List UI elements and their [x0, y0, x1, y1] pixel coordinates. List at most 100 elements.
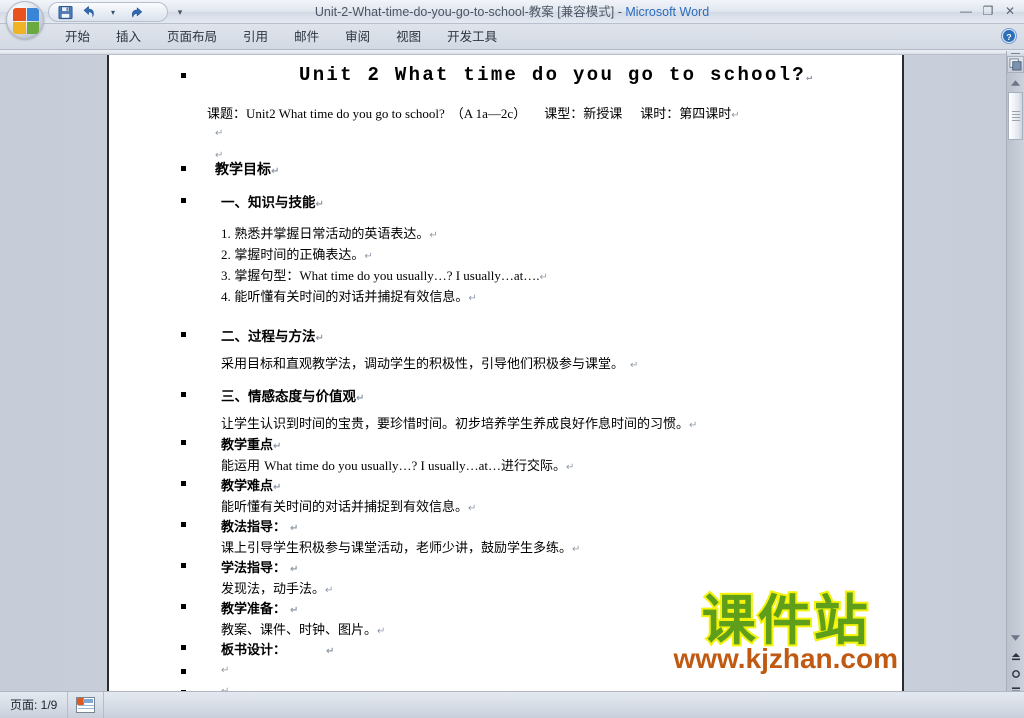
status-page-indicator[interactable]: 页面: 1/9	[0, 691, 69, 718]
restore-icon: ❐	[982, 4, 994, 18]
restore-button[interactable]: ❐	[978, 2, 998, 20]
paragraph-bullet	[181, 332, 186, 337]
document-page[interactable]: Unit 2 What time do you go to school?↵ 课…	[107, 55, 904, 691]
quick-access-toolbar: ▾	[48, 2, 168, 22]
prev-page-icon	[1011, 652, 1020, 660]
section-body-process-method: 采用目标和直观教学法，调动学生的积极性，引导他们积极参与课堂。 ↵	[221, 357, 639, 372]
undo-dropdown-button[interactable]: ▾	[103, 4, 123, 21]
section-body-preparation: 教案、课件、时钟、图片。↵	[221, 623, 386, 638]
help-button[interactable]: ?	[1000, 27, 1020, 47]
paragraph-mark: ↵	[215, 128, 224, 139]
section-body-teaching-guidance: 课上引导学生积极参与课堂活动，老师少讲，鼓励学生多练。↵	[221, 541, 581, 556]
select-browse-object-button[interactable]	[1007, 665, 1024, 682]
paragraph-mark: ↵	[273, 482, 282, 493]
tab-insert[interactable]: 插入	[103, 24, 154, 50]
section-heading-objectives: 教学目标↵	[215, 162, 280, 178]
section-heading-knowledge-skills: 一、知识与技能↵	[221, 195, 324, 211]
section-heading-board-design: 板书设计： ↵	[221, 643, 335, 658]
close-button[interactable]: ✕	[1000, 2, 1020, 20]
paragraph-bullet	[181, 198, 186, 203]
office-button[interactable]	[6, 1, 44, 39]
paragraph-bullet	[181, 669, 186, 674]
section-body-learning-guidance: 发现法，动手法。↵	[221, 582, 334, 597]
scroll-down-button[interactable]	[1007, 629, 1024, 646]
paragraph-mark: ↵	[364, 251, 373, 262]
paragraph-mark: ↵	[326, 646, 335, 657]
ribbon-tab-bar: 开始 插入 页面布局 引用 邮件 审阅 视图 开发工具 ?	[0, 24, 1024, 50]
paragraph-mark: ↵	[271, 166, 280, 177]
title-bar: ▾ ▾ Unit-2-What-time-do-you-go-to-school…	[0, 0, 1024, 39]
redo-icon	[131, 7, 142, 17]
section-heading-difficult-points: 教学难点↵	[221, 479, 282, 494]
chevron-down-icon: ▾	[110, 7, 115, 17]
word-application-window: ▾ ▾ Unit-2-What-time-do-you-go-to-school…	[0, 0, 1024, 718]
triangle-down-icon	[1010, 634, 1021, 641]
paragraph-bullet	[181, 645, 186, 650]
empty-paragraph: ↵	[221, 682, 229, 691]
paragraph-mark: ↵	[377, 626, 386, 637]
section-body-difficult-points: 能听懂有关时间的对话并捕捉到有效信息。↵	[221, 500, 477, 515]
paragraph-bullet	[181, 481, 186, 486]
customize-quick-access-button[interactable]: ▾	[172, 4, 188, 20]
undo-icon	[83, 5, 94, 17]
tab-developer[interactable]: 开发工具	[434, 24, 510, 50]
paragraph-mark: ↵	[468, 503, 477, 514]
subtitle-value-topic: Unit2 What time do you go to school?	[246, 106, 445, 121]
paragraph-mark: ↵	[566, 462, 575, 473]
paragraph-mark: ↵	[273, 441, 282, 452]
tab-home[interactable]: 开始	[52, 24, 103, 50]
list-item-number: 4.	[221, 289, 231, 304]
section-heading-values: 三、情感态度与价值观↵	[221, 389, 365, 405]
scrollbar-thumb[interactable]	[1008, 92, 1023, 140]
paragraph-mark: ↵	[290, 605, 299, 616]
paragraph-mark: ↵	[805, 73, 815, 84]
close-icon: ✕	[1004, 4, 1016, 18]
paragraph-mark: ↵	[315, 199, 324, 210]
paragraph-mark: ↵	[539, 272, 548, 283]
redo-button[interactable]	[127, 4, 147, 21]
paragraph-bullet	[181, 604, 186, 609]
previous-page-button[interactable]	[1007, 648, 1024, 665]
tab-page-layout[interactable]: 页面布局	[154, 24, 230, 50]
list-item: 1. 熟悉并掌握日常活动的英语表达。↵	[221, 223, 438, 242]
list-item: 2. 掌握时间的正确表达。↵	[221, 244, 373, 263]
list-item-number: 1.	[221, 226, 231, 241]
minimize-button[interactable]: —	[956, 2, 976, 20]
minimize-icon: —	[960, 4, 972, 18]
site-watermark: 课件站 www.kjzhan.com	[673, 591, 899, 674]
list-item-text: 能听懂有关时间的对话并捕捉有效信息。	[234, 290, 469, 305]
paragraph-mark: ↵	[325, 585, 334, 596]
section-heading-preparation: 教学准备： ↵	[221, 602, 299, 617]
list-item-text: 熟悉并掌握日常活动的英语表达。	[234, 227, 430, 242]
subtitle-label-type: 课型：	[544, 107, 584, 122]
tab-view[interactable]: 视图	[383, 24, 434, 50]
subtitle-value-type: 新授课	[583, 107, 623, 122]
paragraph-bullet	[181, 522, 186, 527]
save-button[interactable]	[55, 4, 75, 21]
list-item-number: 3.	[221, 268, 231, 283]
paragraph-bullet	[181, 440, 186, 445]
status-bar-empty-area	[104, 692, 1024, 718]
tab-review[interactable]: 审阅	[332, 24, 383, 50]
paragraph-mark: ↵	[290, 523, 299, 534]
paragraph-bullet	[181, 563, 186, 568]
scroll-up-button[interactable]	[1007, 74, 1024, 91]
section-heading-teaching-guidance: 教法指导： ↵	[221, 520, 299, 535]
tab-mailings[interactable]: 邮件	[281, 24, 332, 50]
subtitle-value-period: 第四课时	[679, 107, 732, 122]
view-ruler-button[interactable]	[1007, 56, 1024, 73]
paragraph-mark: ↵	[429, 230, 438, 241]
vertical-scrollbar[interactable]	[1006, 51, 1024, 695]
list-item: 3. 掌握句型：What time do you usually…? I usu…	[221, 265, 548, 284]
undo-button[interactable]	[79, 4, 99, 21]
tab-references[interactable]: 引用	[230, 24, 281, 50]
list-item-text: 掌握时间的正确表达。	[234, 248, 365, 263]
document-body: Unit 2 What time do you go to school?↵ 课…	[109, 55, 902, 691]
status-document-icon-button[interactable]	[68, 691, 105, 718]
body-text-pre: 能运用	[221, 459, 265, 474]
section-heading-process-method: 二、过程与方法↵	[221, 329, 324, 345]
paragraph-mark: ↵	[315, 333, 324, 344]
status-bar: 页面: 1/9	[0, 691, 1024, 718]
select-browse-object-icon	[1011, 669, 1020, 678]
office-logo-icon	[13, 8, 39, 34]
